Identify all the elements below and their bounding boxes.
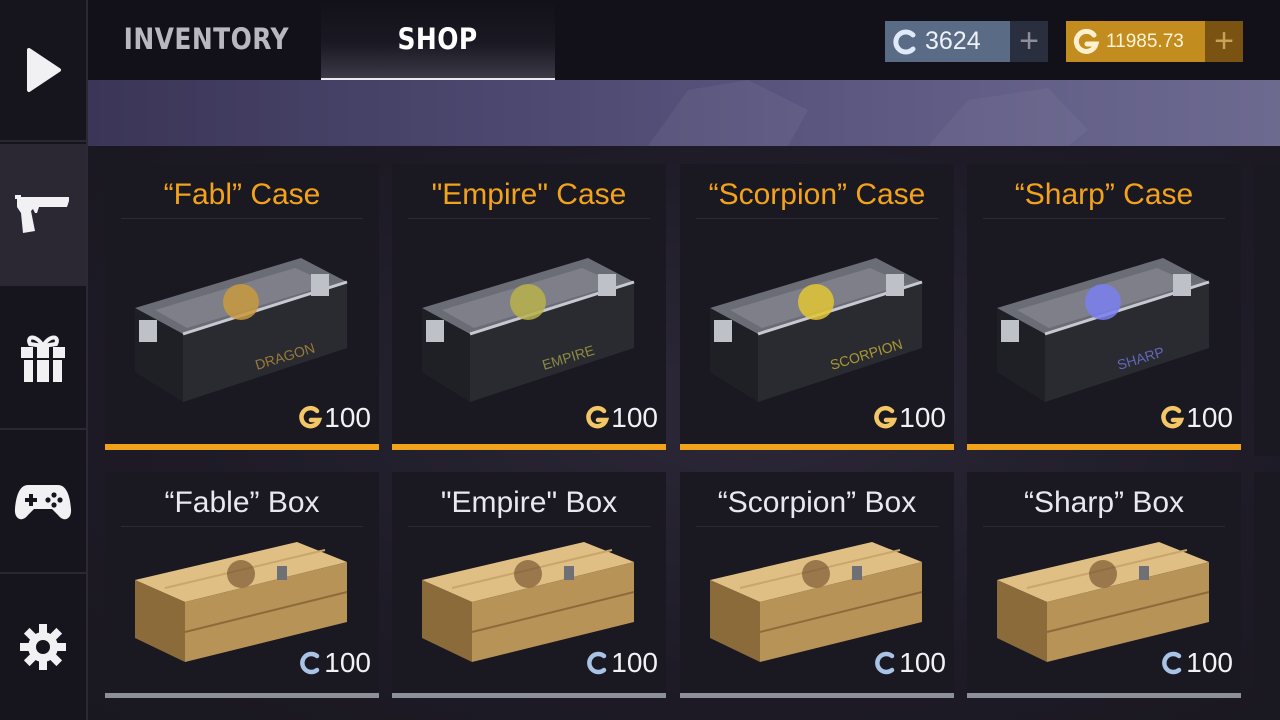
settings-button[interactable] bbox=[0, 576, 86, 718]
tab-inventory-label: INVENTORY bbox=[123, 22, 289, 56]
tab-shop-label: SHOP bbox=[397, 22, 479, 56]
case-title: “Fabl” Case bbox=[121, 172, 363, 219]
box-card[interactable]: “Scorpion” Box 100 bbox=[680, 472, 954, 698]
credits-coin-icon bbox=[1162, 651, 1182, 675]
side-nav bbox=[0, 0, 88, 720]
credits-coin-icon bbox=[893, 29, 916, 54]
case-price: 100 bbox=[872, 402, 946, 434]
case-card[interactable]: "Empire" Case EMPIRE 100 bbox=[392, 164, 666, 450]
box-price: 100 bbox=[1159, 647, 1233, 679]
price-value: 100 bbox=[324, 402, 371, 433]
case-image: EMPIRE bbox=[422, 258, 635, 402]
gifts-button[interactable] bbox=[0, 288, 86, 430]
credits-coin-icon bbox=[587, 651, 607, 675]
tab-shop[interactable]: SHOP bbox=[321, 0, 555, 80]
games-button[interactable] bbox=[0, 432, 86, 574]
case-image: SCORPION bbox=[710, 258, 923, 402]
gold-coin-icon bbox=[299, 405, 323, 429]
banner-pattern bbox=[648, 80, 1088, 146]
play-button[interactable] bbox=[0, 0, 86, 142]
case-price: 100 bbox=[584, 402, 658, 434]
gear-icon bbox=[20, 624, 66, 670]
gold-coin-icon bbox=[1161, 405, 1185, 429]
gift-icon bbox=[21, 335, 65, 382]
case-price: 100 bbox=[1159, 402, 1233, 434]
case-card[interactable]: “Fabl” Case DRAGON 100 bbox=[105, 164, 379, 450]
case-card[interactable]: “Scorpion” Case SCORPION 100 bbox=[680, 164, 954, 450]
credits-coin-icon bbox=[875, 651, 895, 675]
top-bar: INVENTORY SHOP 3624 + 11985.73 + bbox=[88, 0, 1280, 80]
price-value: 100 bbox=[899, 402, 946, 433]
add-gold-button[interactable]: + bbox=[1205, 21, 1243, 62]
box-title: "Empire" Box bbox=[408, 480, 650, 527]
box-card[interactable]: "Empire" Box 100 bbox=[392, 472, 666, 698]
box-price: 100 bbox=[297, 647, 371, 679]
credits-coin-icon bbox=[300, 651, 320, 675]
case-image: DRAGON bbox=[135, 258, 348, 402]
price-value: 100 bbox=[324, 647, 371, 678]
case-price: 100 bbox=[297, 402, 371, 434]
price-value: 100 bbox=[1186, 402, 1233, 433]
add-credits-button[interactable]: + bbox=[1010, 21, 1048, 62]
box-card[interactable]: “Fable” Box 100 bbox=[105, 472, 379, 698]
case-image: SHARP bbox=[997, 258, 1210, 402]
tab-inventory[interactable]: INVENTORY bbox=[116, 0, 297, 78]
gold-coin-icon bbox=[874, 405, 898, 429]
credits-value: 3624 bbox=[925, 27, 981, 55]
box-price: 100 bbox=[872, 647, 946, 679]
weapons-button[interactable] bbox=[0, 144, 86, 286]
gamepad-icon bbox=[14, 485, 72, 520]
gold-coin-icon bbox=[1073, 28, 1100, 54]
next-case-card-peek bbox=[1254, 164, 1280, 456]
price-value: 100 bbox=[1186, 647, 1233, 678]
price-value: 100 bbox=[611, 647, 658, 678]
case-title: "Empire" Case bbox=[408, 172, 650, 219]
price-value: 100 bbox=[611, 402, 658, 433]
shop-banner bbox=[88, 80, 1280, 146]
box-card[interactable]: “Sharp” Box 100 bbox=[967, 472, 1241, 698]
gold-coin-icon bbox=[586, 405, 610, 429]
case-title: “Scorpion” Case bbox=[696, 172, 938, 219]
pistol-icon bbox=[15, 195, 69, 233]
box-title: “Sharp” Box bbox=[983, 480, 1225, 527]
case-title: “Sharp” Case bbox=[983, 172, 1225, 219]
case-card[interactable]: “Sharp” Case SHARP 100 bbox=[967, 164, 1241, 450]
gold-balance: 11985.73 + bbox=[1066, 21, 1243, 62]
box-title: “Scorpion” Box bbox=[696, 480, 938, 527]
gold-value: 11985.73 bbox=[1106, 30, 1184, 52]
credits-balance: 3624 + bbox=[885, 21, 1048, 62]
price-value: 100 bbox=[899, 647, 946, 678]
box-title: “Fable” Box bbox=[121, 480, 363, 527]
box-price: 100 bbox=[584, 647, 658, 679]
play-icon bbox=[27, 48, 61, 92]
next-box-card-peek bbox=[1254, 472, 1280, 698]
